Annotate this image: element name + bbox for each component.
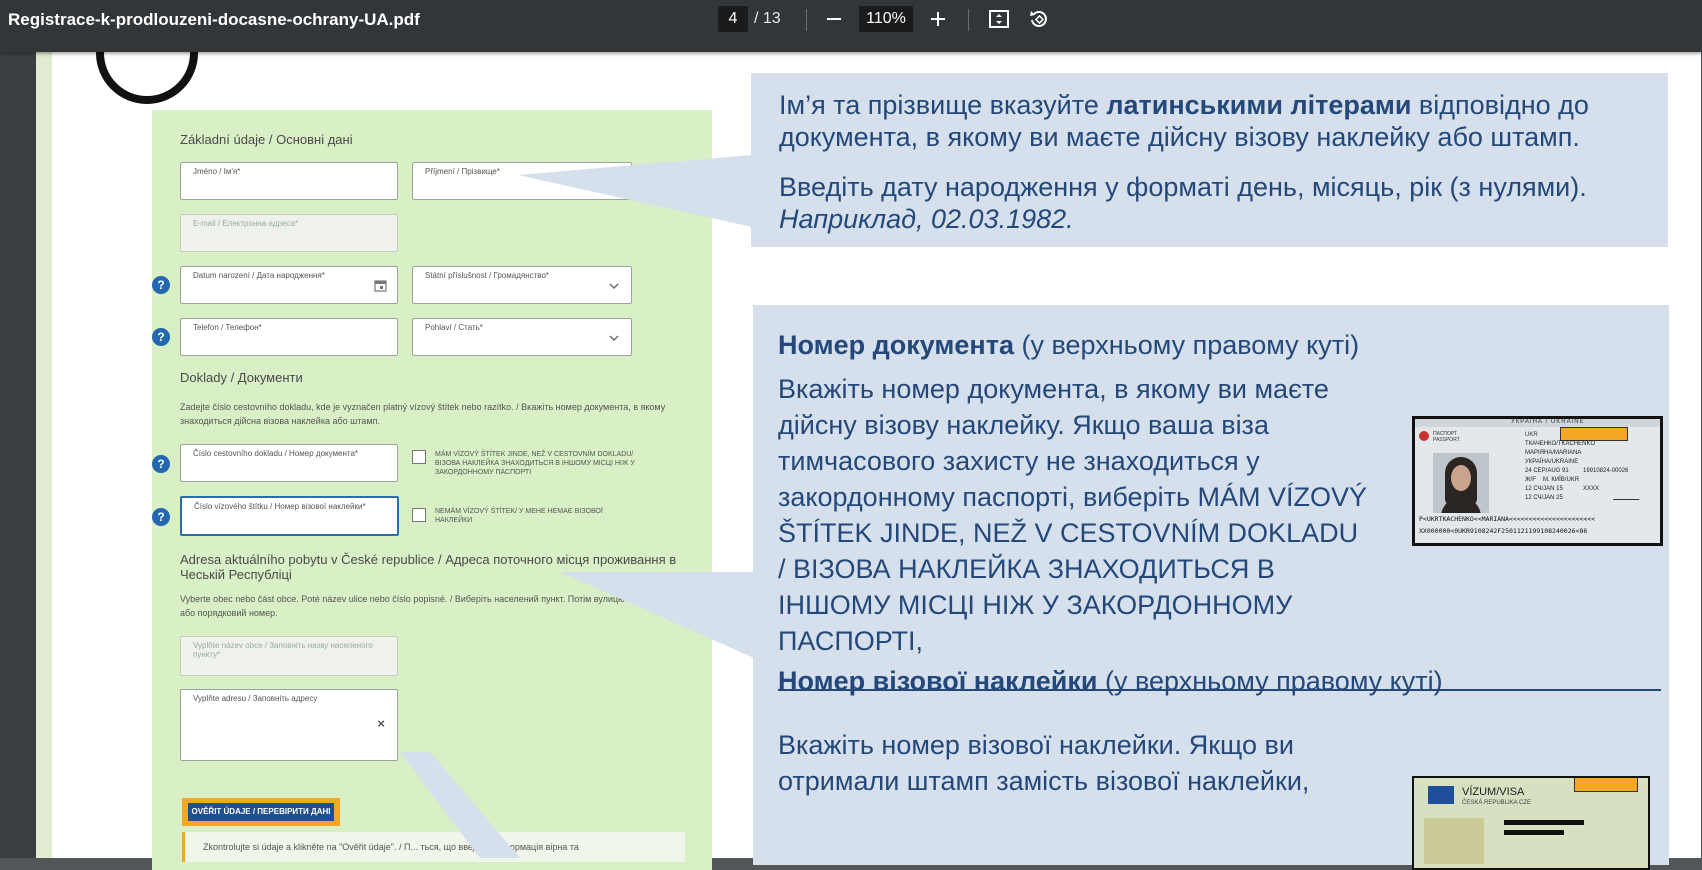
redaction-box xyxy=(1560,427,1628,441)
callout-name-text: Ім’я та прізвище вказуйте латинськими лі… xyxy=(779,89,1659,153)
visa-sample-image: VÍZUM/VISA ČESKÁ REPUBLIKA CZE xyxy=(1412,776,1650,870)
rotate-icon xyxy=(1030,11,1047,27)
fit-page-button[interactable] xyxy=(983,4,1015,34)
zoom-level-input[interactable]: 110% xyxy=(859,6,913,32)
callout-name-text-bold: латинськими літерами xyxy=(1106,90,1412,120)
doc-number-body: Вкажіть номер документа, в якому ви маєт… xyxy=(778,374,1368,656)
visa-hologram xyxy=(1424,818,1484,864)
doc-number-heading-bold: Номер документа xyxy=(778,330,1014,360)
callout-name-dob: Ім’я та прізвище вказуйте латинськими лі… xyxy=(751,73,1668,247)
redaction-box xyxy=(1574,778,1638,792)
visa-number-heading-bold: Номер візової наклейки xyxy=(778,666,1098,696)
callout-dob-example: Наприклад, 02.03.1982. xyxy=(779,204,1074,234)
doc-number-heading-rest: (у верхньому правому куті) xyxy=(1013,330,1360,360)
minus-icon xyxy=(827,18,841,20)
toolbar-divider xyxy=(968,9,969,31)
pdf-viewer[interactable]: Základní údaje / Основні дані Jméno / Ім… xyxy=(0,2,1702,870)
callout-dob-text: Введіть дату народження у форматі день, … xyxy=(779,172,1587,202)
visa-number-body: Вкажіть номер візової наклейки. Якщо ви … xyxy=(778,730,1310,796)
visa-title: VÍZUM/VISA xyxy=(1462,786,1525,798)
passport-country: UKR xyxy=(1525,432,1538,438)
passport-type: ПАСПОРТ PASSPORT xyxy=(1433,431,1460,443)
visa-number-heading: Номер візової наклейки (у верхньому прав… xyxy=(778,665,1443,697)
passport-given-name: МАРІЯНА/MARIANA xyxy=(1525,450,1582,456)
passport-sex: Ж/F xyxy=(1525,477,1536,483)
visa-redaction-bar xyxy=(1504,830,1564,835)
passport-authority: XXXX xyxy=(1583,486,1600,492)
document-title: Registrace-k-prodlouzeni-docasne-ochrany… xyxy=(8,10,420,29)
passport-sample-image: УКРАЇНА / UKRAINE ПАСПОРТ PASSPORT UKR Т… xyxy=(1412,416,1663,546)
toolbar-divider xyxy=(806,9,807,31)
passport-photo xyxy=(1433,453,1489,513)
visa-number-heading-rest: (у верхньому правому куті) xyxy=(1097,666,1443,696)
pdf-toolbar: Registrace-k-prodlouzeni-docasne-ochrany… xyxy=(0,0,1702,52)
passport-issued: 12 СЧ/JAN 15 xyxy=(1525,486,1563,492)
eu-flag xyxy=(1428,786,1454,804)
zoom-out-button[interactable] xyxy=(818,4,850,34)
passport-place: М. КИЇВ/UKR xyxy=(1543,477,1580,483)
plus-icon xyxy=(931,12,945,26)
page-number-input[interactable]: 4 xyxy=(718,6,748,32)
zoom-in-button[interactable] xyxy=(922,4,954,34)
passport-surname: ТКАЧЕНКО/TKACHENKO xyxy=(1525,441,1596,447)
callout-name-text-pre: Ім’я та прізвище вказуйте xyxy=(779,90,1107,120)
passport-header: УКРАЇНА / UKRAINE xyxy=(1511,419,1585,425)
passport-record: 19910824-00026 xyxy=(1583,468,1629,474)
passport-mrz-line1: P<UKRTKACHENKO<<MARIANA<<<<<<<<<<<<<<<<<… xyxy=(1419,515,1596,523)
passport-expiry: 12 СЧ/JAN 25 xyxy=(1525,495,1563,501)
doc-number-heading: Номер документа (у верхньому правому кут… xyxy=(778,329,1359,361)
fit-page-icon xyxy=(989,10,1009,28)
rotate-button[interactable] xyxy=(1023,4,1055,34)
passport-signature xyxy=(1612,489,1644,500)
page-total: / 13 xyxy=(754,10,781,27)
visa-country: ČESKÁ REPUBLIKA CZE xyxy=(1462,800,1532,806)
passport-dob: 24 СЕР/AUG 91 xyxy=(1525,468,1569,474)
visa-redaction-bar xyxy=(1504,820,1584,825)
passport-mrz-line2: XX000000<0UKR9108242F2501121199108240026… xyxy=(1419,527,1588,535)
passport-nationality: УКРАЇНА/UKRAINE xyxy=(1525,459,1579,465)
